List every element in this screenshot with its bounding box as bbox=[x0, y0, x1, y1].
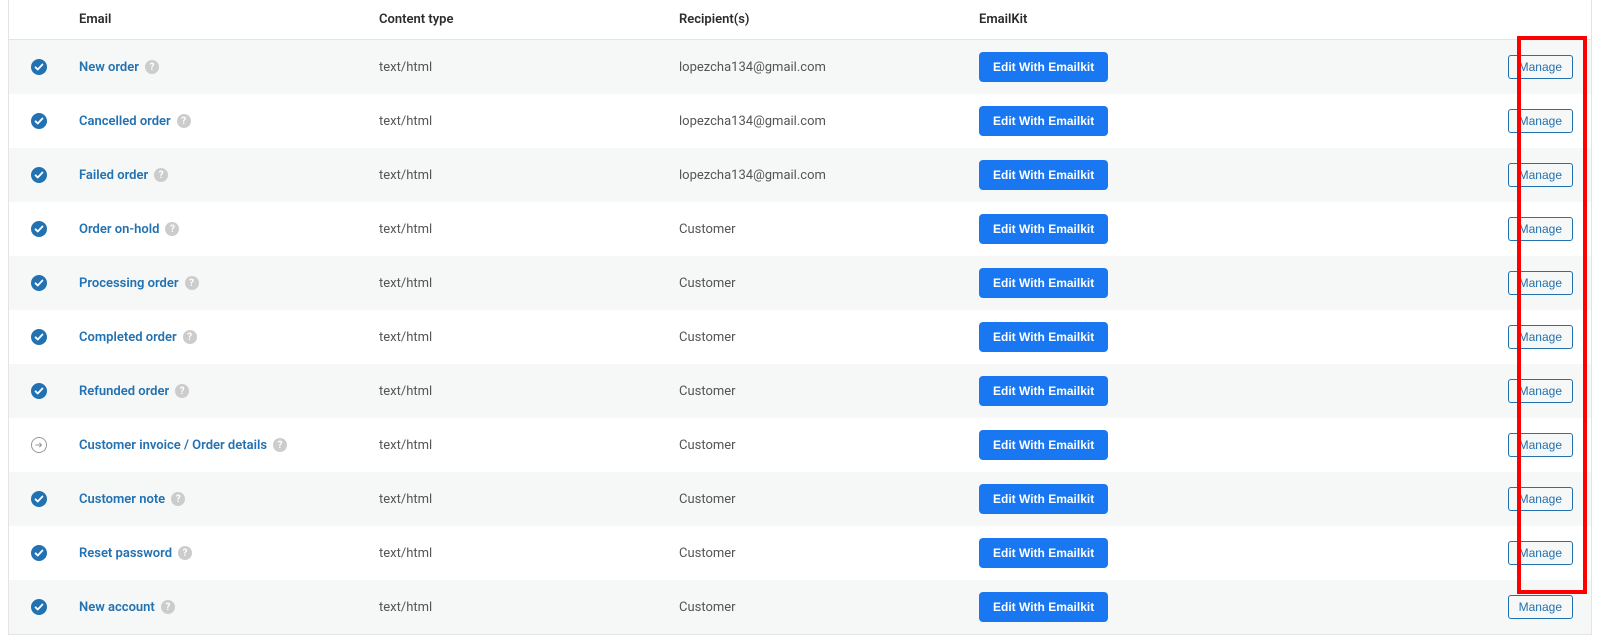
email-name-link[interactable]: New account bbox=[79, 600, 155, 615]
content-type-cell: text/html bbox=[369, 364, 669, 418]
content-type-cell: text/html bbox=[369, 472, 669, 526]
edit-with-emailkit-button[interactable]: Edit With Emailkit bbox=[979, 214, 1108, 244]
recipients-cell: lopezcha134@gmail.com bbox=[669, 148, 969, 202]
edit-with-emailkit-button[interactable]: Edit With Emailkit bbox=[979, 592, 1108, 622]
email-settings-table-wrap: Email Content type Recipient(s) EmailKit… bbox=[8, 0, 1592, 635]
table-row: New order? text/htmllopezcha134@gmail.com… bbox=[9, 40, 1591, 95]
content-type-cell: text/html bbox=[369, 40, 669, 95]
recipients-cell: Customer bbox=[669, 310, 969, 364]
recipients-cell: Customer bbox=[669, 580, 969, 634]
table-row: Completed order? text/htmlCustomer Edit Wi… bbox=[9, 310, 1591, 364]
table-row: New account? text/htmlCustomer Edit With E… bbox=[9, 580, 1591, 634]
table-header-row: Email Content type Recipient(s) EmailKit bbox=[9, 0, 1591, 40]
email-name-link[interactable]: Customer note bbox=[79, 492, 165, 507]
status-manual-icon bbox=[31, 437, 47, 453]
header-content-type: Content type bbox=[369, 0, 669, 40]
edit-with-emailkit-button[interactable]: Edit With Emailkit bbox=[979, 268, 1108, 298]
edit-with-emailkit-button[interactable]: Edit With Emailkit bbox=[979, 430, 1108, 460]
manage-button[interactable]: Manage bbox=[1508, 325, 1573, 349]
help-icon[interactable]: ? bbox=[161, 600, 175, 614]
recipients-cell: Customer bbox=[669, 418, 969, 472]
table-row: Customer invoice / Order details? text/ht… bbox=[9, 418, 1591, 472]
status-enabled-icon bbox=[31, 545, 47, 561]
content-type-cell: text/html bbox=[369, 526, 669, 580]
status-enabled-icon bbox=[31, 167, 47, 183]
help-icon[interactable]: ? bbox=[185, 276, 199, 290]
edit-with-emailkit-button[interactable]: Edit With Emailkit bbox=[979, 52, 1108, 82]
content-type-cell: text/html bbox=[369, 256, 669, 310]
header-status bbox=[9, 0, 69, 40]
help-icon[interactable]: ? bbox=[145, 60, 159, 74]
status-enabled-icon bbox=[31, 59, 47, 75]
manage-button[interactable]: Manage bbox=[1508, 109, 1573, 133]
email-name-link[interactable]: Completed order bbox=[79, 330, 177, 345]
edit-with-emailkit-button[interactable]: Edit With Emailkit bbox=[979, 322, 1108, 352]
recipients-cell: Customer bbox=[669, 256, 969, 310]
header-email: Email bbox=[69, 0, 369, 40]
table-row: Reset password? text/htmlCustomer Edit Wit… bbox=[9, 526, 1591, 580]
email-settings-table: Email Content type Recipient(s) EmailKit… bbox=[9, 0, 1591, 634]
email-name-link[interactable]: Customer invoice / Order details bbox=[79, 438, 267, 453]
table-row: Customer note? text/htmlCustomer Edit With… bbox=[9, 472, 1591, 526]
table-row: Refunded order? text/htmlCustomer Edit Wit… bbox=[9, 364, 1591, 418]
help-icon[interactable]: ? bbox=[178, 546, 192, 560]
manage-button[interactable]: Manage bbox=[1508, 379, 1573, 403]
email-name-link[interactable]: Reset password bbox=[79, 546, 172, 561]
header-recipients: Recipient(s) bbox=[669, 0, 969, 40]
status-enabled-icon bbox=[31, 329, 47, 345]
email-name-link[interactable]: Order on-hold bbox=[79, 222, 159, 237]
help-icon[interactable]: ? bbox=[165, 222, 179, 236]
table-row: Failed order? text/htmllopezcha134@gmail.… bbox=[9, 148, 1591, 202]
recipients-cell: Customer bbox=[669, 364, 969, 418]
help-icon[interactable]: ? bbox=[175, 384, 189, 398]
edit-with-emailkit-button[interactable]: Edit With Emailkit bbox=[979, 106, 1108, 136]
content-type-cell: text/html bbox=[369, 418, 669, 472]
header-manage bbox=[1469, 0, 1591, 40]
status-enabled-icon bbox=[31, 221, 47, 237]
content-type-cell: text/html bbox=[369, 580, 669, 634]
status-enabled-icon bbox=[31, 383, 47, 399]
email-name-link[interactable]: Failed order bbox=[79, 168, 148, 183]
content-type-cell: text/html bbox=[369, 202, 669, 256]
table-row: Processing order? text/htmlCustomer Edit W… bbox=[9, 256, 1591, 310]
status-enabled-icon bbox=[31, 275, 47, 291]
edit-with-emailkit-button[interactable]: Edit With Emailkit bbox=[979, 538, 1108, 568]
help-icon[interactable]: ? bbox=[273, 438, 287, 452]
manage-button[interactable]: Manage bbox=[1508, 433, 1573, 457]
email-name-link[interactable]: New order bbox=[79, 60, 139, 75]
content-type-cell: text/html bbox=[369, 94, 669, 148]
status-enabled-icon bbox=[31, 599, 47, 615]
edit-with-emailkit-button[interactable]: Edit With Emailkit bbox=[979, 160, 1108, 190]
content-type-cell: text/html bbox=[369, 310, 669, 364]
email-name-link[interactable]: Processing order bbox=[79, 276, 179, 291]
help-icon[interactable]: ? bbox=[154, 168, 168, 182]
recipients-cell: Customer bbox=[669, 526, 969, 580]
table-row: Cancelled order? text/htmllopezcha134@gma… bbox=[9, 94, 1591, 148]
recipients-cell: lopezcha134@gmail.com bbox=[669, 40, 969, 95]
status-enabled-icon bbox=[31, 491, 47, 507]
email-name-link[interactable]: Cancelled order bbox=[79, 114, 171, 129]
manage-button[interactable]: Manage bbox=[1508, 271, 1573, 295]
help-icon[interactable]: ? bbox=[183, 330, 197, 344]
manage-button[interactable]: Manage bbox=[1508, 541, 1573, 565]
help-icon[interactable]: ? bbox=[177, 114, 191, 128]
email-name-link[interactable]: Refunded order bbox=[79, 384, 169, 399]
manage-button[interactable]: Manage bbox=[1508, 217, 1573, 241]
status-enabled-icon bbox=[31, 113, 47, 129]
recipients-cell: lopezcha134@gmail.com bbox=[669, 94, 969, 148]
manage-button[interactable]: Manage bbox=[1508, 595, 1573, 619]
manage-button[interactable]: Manage bbox=[1508, 487, 1573, 511]
manage-button[interactable]: Manage bbox=[1508, 163, 1573, 187]
content-type-cell: text/html bbox=[369, 148, 669, 202]
edit-with-emailkit-button[interactable]: Edit With Emailkit bbox=[979, 484, 1108, 514]
table-row: Order on-hold? text/htmlCustomer Edit With… bbox=[9, 202, 1591, 256]
help-icon[interactable]: ? bbox=[171, 492, 185, 506]
recipients-cell: Customer bbox=[669, 202, 969, 256]
edit-with-emailkit-button[interactable]: Edit With Emailkit bbox=[979, 376, 1108, 406]
manage-button[interactable]: Manage bbox=[1508, 55, 1573, 79]
recipients-cell: Customer bbox=[669, 472, 969, 526]
header-emailkit: EmailKit bbox=[969, 0, 1469, 40]
